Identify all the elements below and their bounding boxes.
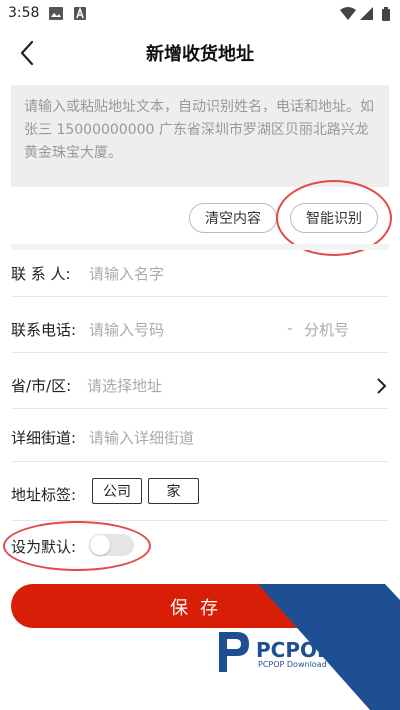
tags-label: 地址标签:	[11, 486, 77, 504]
image-icon	[49, 7, 63, 20]
signal-icon	[360, 7, 373, 20]
header: 新增收货地址	[0, 28, 400, 78]
save-label: 保存	[170, 598, 230, 619]
default-label: 设为默认:	[11, 538, 77, 556]
street-input[interactable]: 请输入详细街道	[89, 427, 194, 448]
battery-icon	[382, 7, 390, 21]
address-paste-textarea[interactable]: 请输入或粘贴地址文本，自动识别姓名，电话和地址。如张三 15000000000 …	[11, 85, 389, 187]
tags-row: 地址标签: 公司 家	[11, 462, 389, 521]
default-row: 设为默认:	[11, 521, 389, 569]
a-badge-icon	[74, 7, 86, 20]
chevron-right-icon[interactable]	[375, 377, 387, 395]
phone-number-input[interactable]: 请输入号码	[89, 319, 164, 340]
tag-home[interactable]: 家	[148, 478, 199, 504]
phone-label: 联系电话:	[11, 321, 77, 339]
default-toggle[interactable]	[89, 534, 134, 556]
watermark-logo-icon	[219, 632, 249, 672]
contact-name-input[interactable]: 请输入名字	[89, 263, 164, 284]
save-button[interactable]: 保存	[11, 584, 389, 628]
street-label: 详细街道:	[11, 429, 77, 447]
page-title: 新增收货地址	[146, 44, 254, 65]
region-select[interactable]: 请选择地址	[87, 375, 162, 396]
wifi-icon	[340, 7, 356, 20]
extension-separator: -	[287, 319, 293, 337]
watermark-brand: PCPOP下载	[256, 638, 372, 662]
region-label: 省/市/区:	[11, 377, 72, 395]
status-bar: 3:58	[0, 0, 400, 28]
toggle-knob	[90, 535, 110, 555]
extension-input[interactable]: 分机号	[304, 319, 349, 340]
smart-recognize-button[interactable]: 智能识别	[290, 203, 378, 233]
clear-content-button[interactable]: 清空内容	[189, 203, 277, 233]
status-time: 3:58	[8, 5, 40, 21]
contact-label: 联 系 人:	[11, 265, 71, 283]
contact-row: 联 系 人: 请输入名字	[11, 250, 389, 297]
tag-company[interactable]: 公司	[92, 478, 142, 504]
region-row[interactable]: 省/市/区: 请选择地址	[11, 353, 389, 409]
phone-row: 联系电话: 请输入号码 - 分机号	[11, 297, 389, 353]
watermark-sub: PCPOP Download	[258, 660, 327, 669]
street-row: 详细街道: 请输入详细街道	[11, 409, 389, 462]
paste-placeholder: 请输入或粘贴地址文本，自动识别姓名，电话和地址。如张三 15000000000 …	[24, 99, 374, 161]
